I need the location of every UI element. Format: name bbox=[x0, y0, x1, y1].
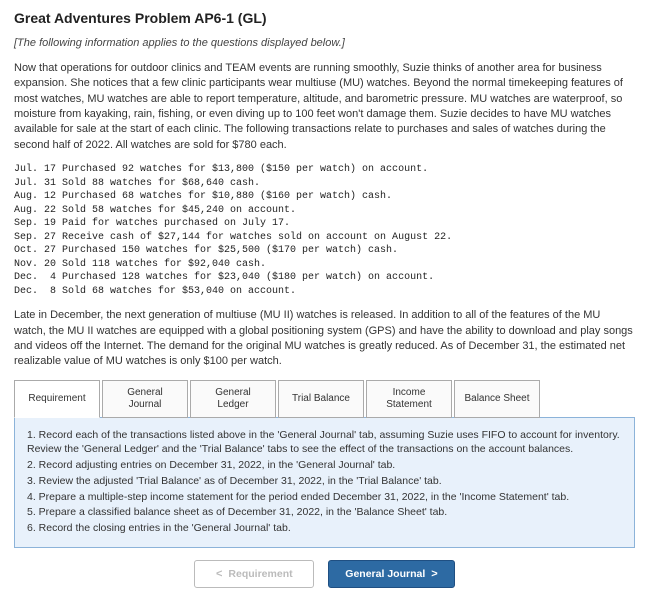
requirement-4: 4. Prepare a multiple-step income statem… bbox=[27, 490, 622, 505]
requirement-2: 2. Record adjusting entries on December … bbox=[27, 458, 622, 473]
navigation-row: < Requirement General Journal > bbox=[14, 560, 635, 588]
chevron-left-icon: < bbox=[216, 568, 222, 580]
tab-balance-sheet[interactable]: Balance Sheet bbox=[454, 380, 540, 418]
requirement-3: 3. Review the adjusted 'Trial Balance' a… bbox=[27, 474, 622, 489]
tab-income-statement[interactable]: Income Statement bbox=[366, 380, 452, 418]
prev-button-label: Requirement bbox=[228, 568, 292, 580]
tab-general-journal[interactable]: General Journal bbox=[102, 380, 188, 418]
requirements-panel: 1. Record each of the transactions liste… bbox=[14, 417, 635, 548]
followup-paragraph: Late in December, the next generation of… bbox=[14, 308, 635, 370]
applies-subtitle: [The following information applies to th… bbox=[14, 36, 635, 51]
next-button[interactable]: General Journal > bbox=[328, 560, 454, 588]
chevron-right-icon: > bbox=[431, 568, 437, 580]
prev-button[interactable]: < Requirement bbox=[194, 560, 314, 588]
transactions-list: Jul. 17 Purchased 92 watches for $13,800… bbox=[14, 163, 635, 298]
problem-page: Great Adventures Problem AP6-1 (GL) [The… bbox=[0, 0, 649, 598]
tab-requirement[interactable]: Requirement bbox=[14, 380, 100, 418]
tab-bar: Requirement General Journal General Ledg… bbox=[14, 380, 635, 418]
requirement-1: 1. Record each of the transactions liste… bbox=[27, 428, 622, 457]
requirement-6: 6. Record the closing entries in the 'Ge… bbox=[27, 521, 622, 536]
requirement-5: 5. Prepare a classified balance sheet as… bbox=[27, 505, 622, 520]
tab-trial-balance[interactable]: Trial Balance bbox=[278, 380, 364, 418]
page-title: Great Adventures Problem AP6-1 (GL) bbox=[14, 10, 635, 26]
next-button-label: General Journal bbox=[345, 568, 425, 580]
intro-paragraph: Now that operations for outdoor clinics … bbox=[14, 61, 635, 153]
tab-general-ledger[interactable]: General Ledger bbox=[190, 380, 276, 418]
